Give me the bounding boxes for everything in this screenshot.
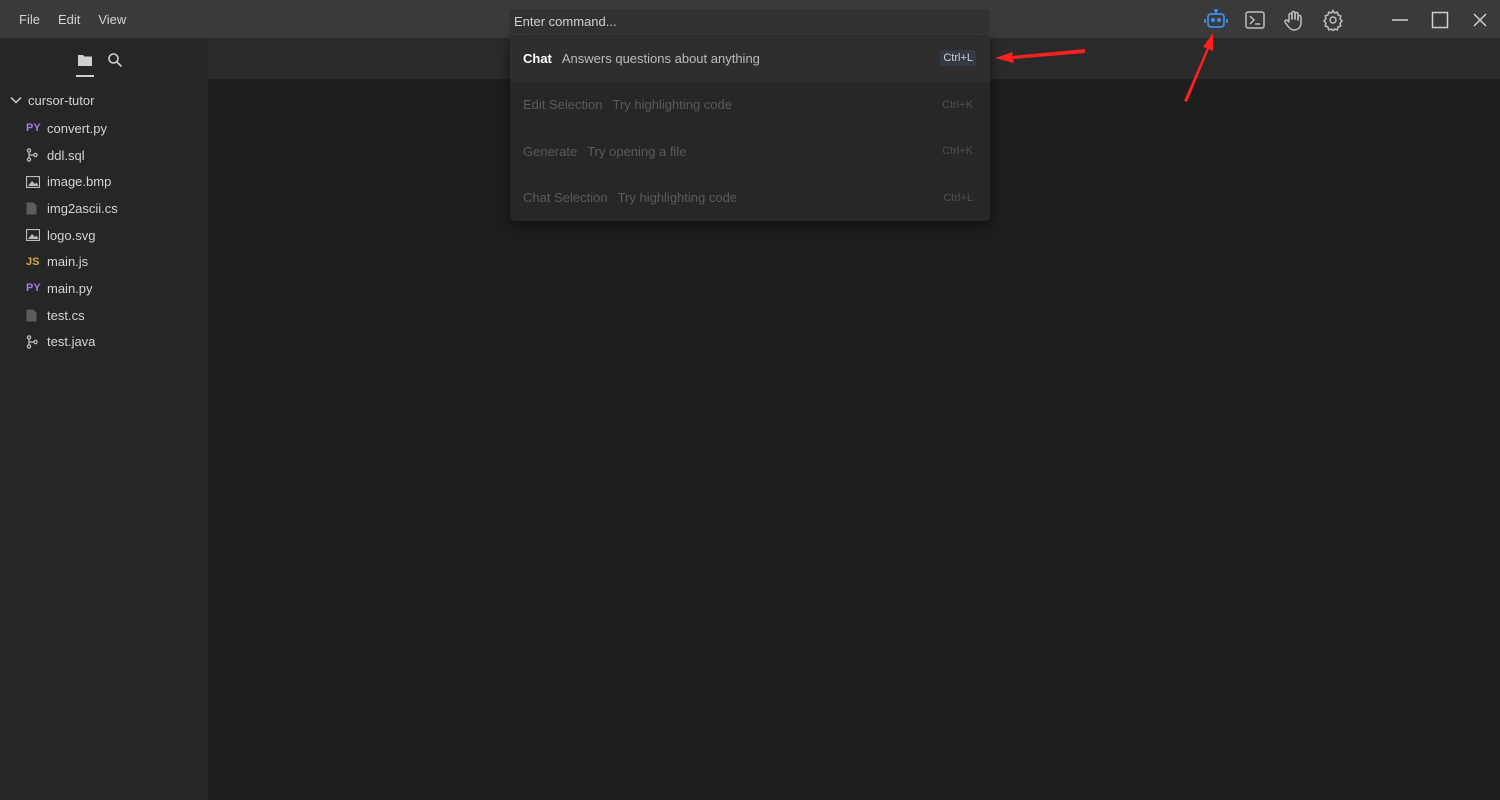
terminal-icon[interactable]	[1235, 0, 1274, 39]
command-description: Answers questions about anything	[561, 50, 760, 66]
command-description: Try opening a file	[587, 143, 687, 159]
command-item-chat-selection[interactable]: Chat Selection Try highlighting code Ctr…	[510, 175, 990, 222]
hand-icon[interactable]	[1274, 0, 1313, 39]
maximize-icon[interactable]	[1420, 0, 1460, 39]
sidebar: cursor-tutor PY convert.py ddl.sql image…	[0, 39, 208, 800]
command-description: Try highlighting code	[617, 190, 738, 206]
file-item-main-py[interactable]: PY main.py	[26, 275, 118, 302]
git-branch-icon	[26, 335, 47, 349]
file-name: main.js	[47, 254, 89, 270]
command-title: Generate	[523, 143, 578, 159]
file-item-test-cs[interactable]: test.cs	[26, 302, 118, 329]
file-name: ddl.sql	[47, 147, 85, 163]
menu-file[interactable]: File	[10, 12, 49, 27]
command-description: Try highlighting code	[612, 97, 732, 113]
python-icon: PY	[26, 282, 41, 295]
file-name: img2ascii.cs	[47, 200, 118, 216]
menu-view[interactable]: View	[89, 12, 135, 27]
image-icon	[26, 229, 47, 242]
file-name: test.cs	[47, 307, 85, 323]
close-icon[interactable]	[1460, 0, 1500, 39]
toolbar	[1196, 0, 1352, 39]
file-item-main-js[interactable]: JS main.js	[26, 248, 118, 275]
shortcut-badge: Ctrl+L	[943, 191, 973, 204]
command-title: Chat Selection	[523, 190, 608, 206]
file-item-ddl-sql[interactable]: ddl.sql	[26, 142, 118, 169]
command-input[interactable]	[509, 9, 990, 33]
command-item-edit-selection[interactable]: Edit Selection Try highlighting code Ctr…	[510, 82, 990, 129]
image-icon	[26, 175, 47, 188]
minimize-icon[interactable]	[1380, 0, 1420, 39]
shortcut-badge: Ctrl+K	[942, 145, 973, 158]
file-icon	[26, 202, 47, 215]
file-item-logo-svg[interactable]: logo.svg	[26, 222, 118, 249]
command-dropdown: Chat Answers questions about anything Ct…	[510, 35, 990, 221]
file-item-img2ascii-cs[interactable]: img2ascii.cs	[26, 195, 118, 222]
file-icon	[26, 309, 47, 322]
sidebar-tabs	[70, 47, 130, 77]
git-branch-icon	[26, 148, 47, 162]
file-item-test-java[interactable]: test.java	[26, 329, 118, 356]
command-title: Edit Selection	[523, 97, 603, 113]
tree-root-label: cursor-tutor	[28, 92, 95, 108]
command-title: Chat	[523, 50, 552, 66]
search-icon[interactable]	[100, 47, 130, 73]
file-name: logo.svg	[47, 227, 96, 243]
menu-edit[interactable]: Edit	[49, 12, 89, 27]
file-list: PY convert.py ddl.sql image.bmp img2asci…	[26, 115, 118, 355]
command-item-generate[interactable]: Generate Try opening a file Ctrl+K	[510, 128, 990, 175]
command-item-chat[interactable]: Chat Answers questions about anything Ct…	[510, 35, 990, 82]
folder-icon[interactable]	[70, 47, 100, 77]
file-name: image.bmp	[47, 174, 112, 190]
file-item-image-bmp[interactable]: image.bmp	[26, 168, 118, 195]
file-name: test.java	[47, 334, 96, 350]
javascript-icon: JS	[26, 255, 40, 268]
robot-icon[interactable]	[1196, 0, 1235, 39]
tree-root-folder[interactable]: cursor-tutor	[10, 89, 94, 111]
menu-bar: File Edit View	[10, 0, 135, 39]
shortcut-badge: Ctrl+L	[940, 50, 976, 67]
chevron-down-icon	[10, 94, 28, 106]
shortcut-badge: Ctrl+K	[942, 98, 973, 111]
python-icon: PY	[26, 122, 41, 135]
title-bar: File Edit View	[0, 0, 1500, 39]
file-item-convert-py[interactable]: PY convert.py	[26, 115, 118, 142]
file-name: main.py	[47, 280, 93, 296]
file-name: convert.py	[47, 120, 107, 136]
gear-icon[interactable]	[1313, 0, 1352, 39]
